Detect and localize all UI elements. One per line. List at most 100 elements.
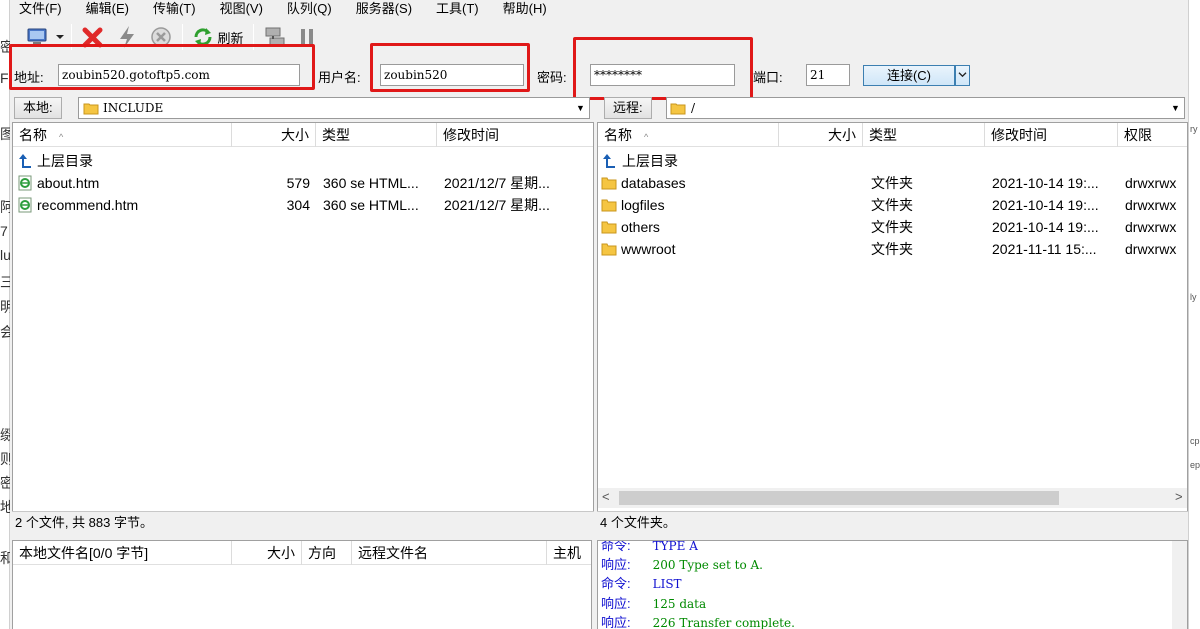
folder-name: wwwroot bbox=[621, 241, 676, 257]
file-size: 579 bbox=[286, 175, 310, 191]
folder-icon bbox=[601, 221, 617, 234]
folder-type: 文件夹 bbox=[871, 241, 913, 257]
table-row[interactable]: recommend.htm 304 360 se HTML... 2021/12… bbox=[13, 194, 593, 216]
bg-fragment: 密 bbox=[0, 475, 10, 491]
highlight-box-password bbox=[573, 37, 753, 100]
message-log: 命令: TYPE A 响应: 200 Type set to A. 命令: LIST … bbox=[597, 540, 1188, 629]
bg-fragment: 和 bbox=[0, 550, 10, 566]
file-name: recommend.htm bbox=[37, 197, 139, 213]
column-header-modified[interactable]: 修改时间 bbox=[985, 123, 1118, 147]
remote-path-label: 远程: bbox=[604, 97, 652, 119]
bg-fragment: 会 bbox=[0, 324, 10, 340]
port-input[interactable]: 21 bbox=[806, 64, 850, 86]
chevron-down-icon: ▼ bbox=[1171, 103, 1180, 113]
password-label: 密码: bbox=[537, 70, 567, 85]
folder-permissions: drwxrwx bbox=[1125, 219, 1177, 235]
menu-server[interactable]: 服务器(S) bbox=[356, 1, 412, 17]
menu-tools[interactable]: 工具(T) bbox=[436, 1, 479, 17]
scrollbar-thumb[interactable] bbox=[619, 491, 1059, 505]
connect-dropdown-button[interactable] bbox=[955, 65, 970, 86]
column-header-type[interactable]: 类型 bbox=[316, 123, 437, 147]
remote-path-bar: 远程: / ▼ bbox=[599, 96, 1185, 120]
log-line: 响应: 125 data bbox=[601, 596, 707, 611]
file-type: 360 se HTML... bbox=[323, 175, 419, 191]
local-path-bar: 本地: INCLUDE ▼ bbox=[14, 96, 590, 120]
bg-fragment: 地 bbox=[0, 499, 10, 515]
table-row[interactable]: about.htm 579 360 se HTML... 2021/12/7 星… bbox=[13, 172, 593, 194]
folder-type: 文件夹 bbox=[871, 219, 913, 235]
bg-fragment: ly bbox=[1190, 292, 1197, 302]
background-window-right: ry ly cp ep bbox=[1188, 0, 1200, 629]
column-header-size[interactable]: 大小 bbox=[232, 123, 316, 147]
column-header-permissions[interactable]: 权限 bbox=[1118, 123, 1187, 147]
chevron-down-icon bbox=[958, 72, 967, 78]
bg-fragment: ry bbox=[1190, 124, 1198, 134]
folder-permissions: drwxrwx bbox=[1125, 175, 1177, 191]
remote-path-combo[interactable]: / ▼ bbox=[666, 97, 1185, 119]
folder-modified: 2021-11-11 15:... bbox=[992, 241, 1097, 257]
parent-directory-row[interactable]: 上层目录 bbox=[13, 150, 593, 172]
scroll-right-icon[interactable]: > bbox=[1175, 489, 1183, 504]
horizontal-scrollbar[interactable]: < > bbox=[598, 488, 1187, 508]
local-status-bar: 2 个文件, 共 883 字节。 bbox=[12, 511, 594, 533]
table-row[interactable]: databases 文件夹 2021-10-14 19:... drwxrwx bbox=[598, 172, 1187, 194]
menu-bar: 文件(F) 编辑(E) 传输(T) 视图(V) 队列(Q) 服务器(S) 工具(… bbox=[11, 0, 1188, 18]
folder-modified: 2021-10-14 19:... bbox=[992, 197, 1099, 213]
scroll-left-icon[interactable]: < bbox=[602, 489, 610, 504]
column-header-type[interactable]: 类型 bbox=[863, 123, 985, 147]
parent-directory-label: 上层目录 bbox=[622, 153, 678, 169]
file-type: 360 se HTML... bbox=[323, 197, 419, 213]
bg-fragment: 明 bbox=[0, 299, 10, 315]
folder-permissions: drwxrwx bbox=[1125, 197, 1177, 213]
folder-name: databases bbox=[621, 175, 686, 191]
column-header-direction[interactable]: 方向 bbox=[302, 541, 352, 565]
bg-fragment: 阿 bbox=[0, 199, 10, 215]
menu-edit[interactable]: 编辑(E) bbox=[86, 1, 129, 17]
file-modified: 2021/12/7 星期... bbox=[444, 175, 550, 191]
html-file-icon bbox=[18, 175, 32, 191]
bg-fragment: 缀 bbox=[0, 427, 10, 443]
background-window-left: 密 F 图 阿 7 lu 三 明 会 缀 则 密 地 和 bbox=[0, 0, 10, 629]
bg-fragment: 则 bbox=[0, 451, 10, 467]
column-header-remote-file[interactable]: 远程文件名 bbox=[352, 541, 547, 565]
local-path-label: 本地: bbox=[14, 97, 62, 119]
file-modified: 2021/12/7 星期... bbox=[444, 197, 550, 213]
table-row[interactable]: others 文件夹 2021-10-14 19:... drwxrwx bbox=[598, 216, 1187, 238]
username-label: 用户名: bbox=[318, 70, 361, 85]
column-header-local-file[interactable]: 本地文件名[0/0 字节] bbox=[13, 541, 232, 565]
column-header-size[interactable]: 大小 bbox=[779, 123, 863, 147]
folder-type: 文件夹 bbox=[871, 175, 913, 191]
connect-button[interactable]: 连接(C) bbox=[863, 65, 955, 86]
menu-transfer[interactable]: 传输(T) bbox=[153, 1, 196, 17]
menu-queue[interactable]: 队列(Q) bbox=[287, 1, 332, 17]
table-row[interactable]: logfiles 文件夹 2021-10-14 19:... drwxrwx bbox=[598, 194, 1187, 216]
folder-icon bbox=[601, 199, 617, 212]
folder-permissions: drwxrwx bbox=[1125, 241, 1177, 257]
table-row[interactable]: wwwroot 文件夹 2021-11-11 15:... drwxrwx bbox=[598, 238, 1187, 260]
local-path-combo[interactable]: INCLUDE ▼ bbox=[78, 97, 590, 119]
local-path-value: INCLUDE bbox=[103, 101, 164, 115]
up-arrow-icon bbox=[603, 154, 615, 168]
column-header-name[interactable]: 名称 ^ bbox=[598, 123, 779, 147]
menu-view[interactable]: 视图(V) bbox=[220, 1, 263, 17]
file-name: about.htm bbox=[37, 175, 100, 191]
column-header-name[interactable]: 名称 ^ bbox=[13, 123, 232, 147]
folder-icon bbox=[83, 103, 99, 115]
highlight-box-host bbox=[9, 44, 315, 90]
bg-fragment: 7 bbox=[0, 223, 8, 239]
menu-help[interactable]: 帮助(H) bbox=[503, 1, 547, 17]
folder-icon bbox=[601, 177, 617, 190]
bg-fragment: 图 bbox=[0, 126, 10, 142]
column-header-host[interactable]: 主机 bbox=[547, 541, 591, 565]
chevron-down-icon: ▼ bbox=[576, 103, 585, 113]
log-vertical-scrollbar[interactable] bbox=[1172, 541, 1187, 629]
menu-file[interactable]: 文件(F) bbox=[19, 1, 62, 17]
local-list-header: 名称 ^ 大小 类型 修改时间 bbox=[13, 123, 593, 147]
highlight-box-username bbox=[370, 43, 530, 92]
log-line: 命令: TYPE A bbox=[601, 540, 698, 553]
up-arrow-icon bbox=[19, 154, 31, 168]
parent-directory-row[interactable]: 上层目录 bbox=[598, 150, 1187, 172]
column-header-size[interactable]: 大小 bbox=[232, 541, 302, 565]
column-header-modified[interactable]: 修改时间 bbox=[437, 123, 593, 147]
folder-modified: 2021-10-14 19:... bbox=[992, 175, 1099, 191]
